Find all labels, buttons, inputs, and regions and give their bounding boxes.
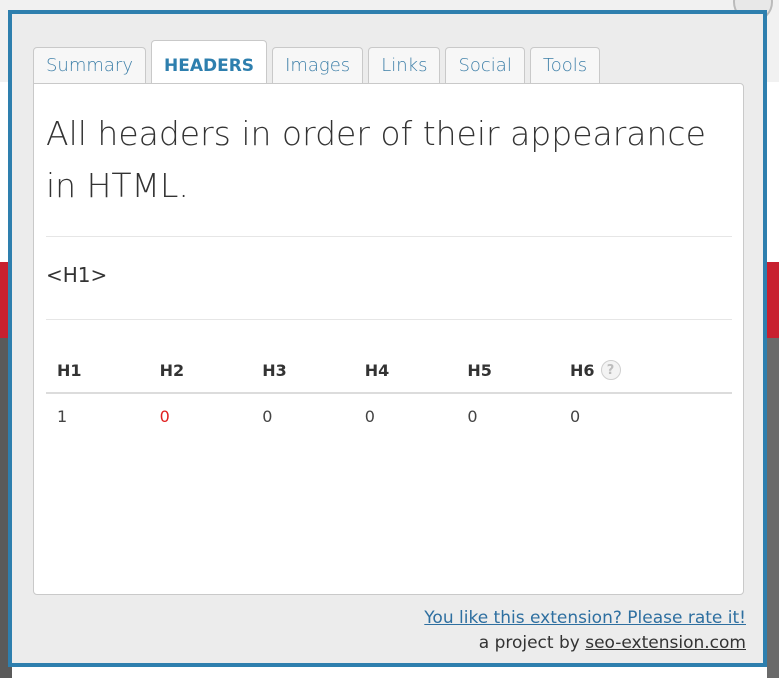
- count-h3: 0: [262, 406, 273, 426]
- help-icon[interactable]: ?: [600, 360, 621, 380]
- count-h1: 1: [57, 406, 68, 426]
- column-header-h4: H4: [364, 360, 390, 380]
- background-image-right: [767, 338, 779, 678]
- seo-extension-link[interactable]: seo-extension.com: [585, 633, 746, 653]
- table-header-row: H1 H2 H3 H4 H5 H6 ?: [46, 348, 732, 394]
- column-header-h6: H6 ?: [559, 360, 662, 380]
- column-header-h3: H3: [262, 360, 287, 380]
- count-h2: 0: [159, 406, 170, 426]
- column-header-h1: H1: [57, 360, 82, 380]
- project-credit-prefix: a project by: [478, 633, 586, 653]
- count-h5: 0: [467, 406, 478, 426]
- tab-headers[interactable]: HEADERS: [151, 40, 268, 84]
- count-h4: 0: [364, 406, 375, 426]
- h1-tag-entry: <H1>: [46, 263, 108, 287]
- headers-panel: All headers in order of their appearance…: [33, 83, 744, 595]
- tab-social[interactable]: Social: [445, 47, 525, 83]
- count-h6: 0: [569, 406, 581, 426]
- tab-images[interactable]: Images: [272, 47, 364, 83]
- tab-links[interactable]: Links: [368, 47, 441, 83]
- column-header-h2: H2: [159, 360, 185, 380]
- table-row: 1 0 0 0 0 0: [46, 394, 732, 438]
- headers-count-table: H1 H2 H3 H4 H5 H6 ? 1 0 0 0 0 0: [46, 348, 732, 438]
- panel-title: All headers in order of their appearance…: [46, 114, 706, 205]
- column-header-h5: H5: [467, 360, 492, 380]
- project-credit: a project by seo-extension.com: [479, 633, 746, 653]
- divider: [46, 236, 732, 237]
- rate-extension-link[interactable]: You like this extension? Please rate it!: [424, 608, 746, 628]
- tab-bar: Summary HEADERS Images Links Social Tool…: [33, 37, 605, 84]
- tab-summary[interactable]: Summary: [33, 47, 146, 83]
- divider: [46, 319, 732, 320]
- seo-extension-popup: Summary HEADERS Images Links Social Tool…: [8, 10, 767, 667]
- tab-tools[interactable]: Tools: [529, 47, 601, 83]
- background-red-band-right: [767, 262, 779, 338]
